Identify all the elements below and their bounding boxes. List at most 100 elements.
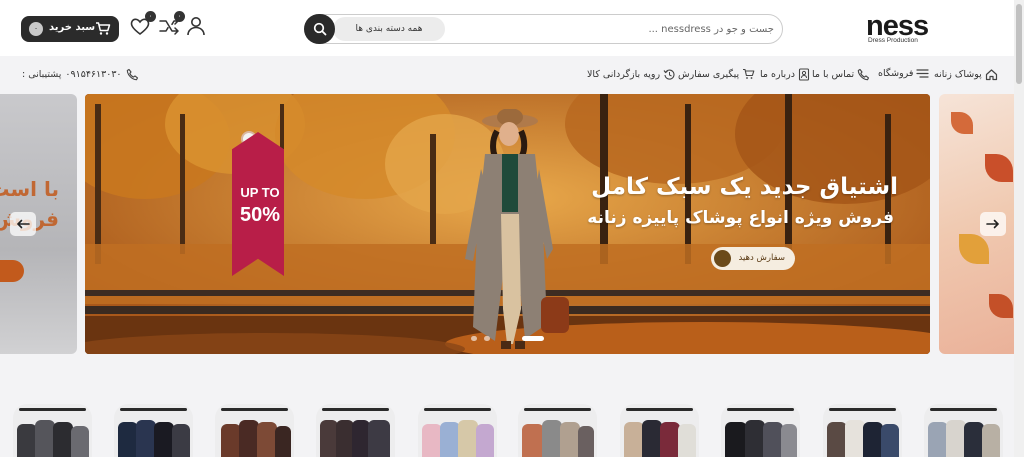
site-header: ness Dress Production همه دسته بندی ها ۰… <box>0 0 1024 56</box>
slider-dot-2[interactable] <box>484 336 490 341</box>
next-slide-peek[interactable] <box>939 94 1019 354</box>
garment <box>476 424 494 457</box>
garment <box>118 422 138 457</box>
order-icon <box>714 250 731 267</box>
prev-slide-button <box>0 260 24 282</box>
nav-label: تماس با ما <box>812 69 855 80</box>
sale-tag-text: UP TO 50% <box>233 182 287 226</box>
compare-button[interactable]: ۰ <box>158 11 185 39</box>
garment <box>522 424 544 457</box>
garment <box>928 422 948 457</box>
garment <box>781 424 797 457</box>
leaf-decoration <box>985 154 1013 182</box>
cart-button[interactable]: ۰ سبد خرید <box>21 16 119 42</box>
search-button[interactable] <box>304 14 335 44</box>
order-now-button[interactable]: سفارش دهید <box>711 247 795 270</box>
site-logo[interactable]: ness Dress Production <box>866 12 940 46</box>
category-card[interactable] <box>13 404 92 457</box>
category-select[interactable]: همه دسته بندی ها <box>333 17 445 41</box>
hero-slider: با است فروش <box>0 94 1024 354</box>
scrollbar-thumb[interactable] <box>1016 4 1022 84</box>
garment <box>964 422 984 457</box>
slider-prev-button[interactable] <box>10 212 36 236</box>
home-icon <box>985 69 997 81</box>
hanger-rail <box>727 408 794 411</box>
hanger-rail <box>322 408 389 411</box>
support-phone[interactable]: ۰۹۱۵۴۶۱۳۰۳۰ پشتیبانی : <box>22 68 139 81</box>
account-button[interactable] <box>185 15 209 39</box>
hanger-rail <box>829 408 896 411</box>
arrow-right-icon <box>986 219 1000 229</box>
garment <box>71 426 89 457</box>
wishlist-button[interactable]: ۰ <box>129 11 156 39</box>
nav-item-return-policy[interactable]: رویه بازگردانی کالا <box>587 68 676 81</box>
list-icon <box>916 69 930 78</box>
garment <box>946 420 966 457</box>
hanger-rail <box>221 408 288 411</box>
nav-label: پیگیری سفارش <box>678 68 740 80</box>
nav-item-women-clothing[interactable]: پوشاک زنانه <box>934 68 998 81</box>
category-card[interactable] <box>215 404 294 457</box>
garment <box>845 420 865 457</box>
wishlist-badge: ۰ <box>145 11 156 22</box>
category-card[interactable] <box>316 404 395 457</box>
phone-icon <box>857 68 870 81</box>
support-label: پشتیبانی : <box>22 69 62 80</box>
category-card[interactable] <box>418 404 497 457</box>
garment <box>136 420 156 457</box>
garment <box>642 420 662 457</box>
leaf-decoration <box>959 234 989 264</box>
garment <box>542 420 562 457</box>
logo-main: ness <box>866 10 929 42</box>
garment <box>578 426 594 457</box>
garment <box>422 424 442 457</box>
nav-item-order-tracking[interactable]: پیگیری سفارش <box>678 68 755 80</box>
garment <box>275 426 291 457</box>
slider-dot-active[interactable] <box>522 336 544 341</box>
sale-tag-line2: 50% <box>239 204 281 226</box>
garment <box>53 422 73 457</box>
category-card[interactable] <box>518 404 597 457</box>
nav-item-contact[interactable]: تماس با ما <box>812 68 870 81</box>
return-icon <box>663 69 675 80</box>
banner-subline: فروش ویژه انواع پوشاک پاییزه زنانه <box>587 208 894 228</box>
arrow-left-icon <box>16 219 30 229</box>
garment <box>257 422 277 457</box>
sale-tag-line1: UP TO <box>240 185 280 200</box>
garment <box>827 422 847 457</box>
garment <box>221 424 241 457</box>
garment <box>725 422 747 457</box>
garment <box>660 422 680 457</box>
search-bar: همه دسته بندی ها <box>304 14 783 44</box>
user-icon <box>187 17 205 36</box>
garment <box>881 424 899 457</box>
garment <box>154 422 174 457</box>
phone-icon <box>126 68 138 81</box>
category-card[interactable] <box>114 404 193 457</box>
garment <box>458 420 478 457</box>
category-card[interactable] <box>823 404 902 457</box>
order-now-label: سفارش دهید <box>738 253 786 263</box>
contact-card-icon <box>798 68 809 81</box>
page-scrollbar[interactable] <box>1014 0 1024 457</box>
category-card[interactable] <box>721 404 800 457</box>
nav-item-shop[interactable]: فروشگاه <box>878 68 930 79</box>
garment <box>763 422 783 457</box>
nav-label: رویه بازگردانی کالا <box>587 69 661 80</box>
hanger-rail <box>19 408 86 411</box>
leaf-decoration <box>951 112 973 134</box>
search-icon <box>313 22 326 36</box>
hero-banner[interactable]: UP TO 50% اشتیاق جدید یک سبک کامل فروش و… <box>85 94 930 354</box>
slider-dot-1[interactable] <box>471 336 477 341</box>
search-input[interactable] <box>454 15 774 43</box>
hanger-rail <box>626 408 693 411</box>
category-card[interactable] <box>924 404 1003 457</box>
category-card[interactable] <box>620 404 699 457</box>
slider-next-button[interactable] <box>980 212 1006 236</box>
garment <box>863 422 883 457</box>
support-number: ۰۹۱۵۴۶۱۳۰۳۰ <box>65 69 122 80</box>
garment <box>239 420 259 457</box>
garment <box>982 424 1000 457</box>
garment <box>172 424 190 457</box>
nav-item-about[interactable]: درباره ما <box>760 68 810 81</box>
